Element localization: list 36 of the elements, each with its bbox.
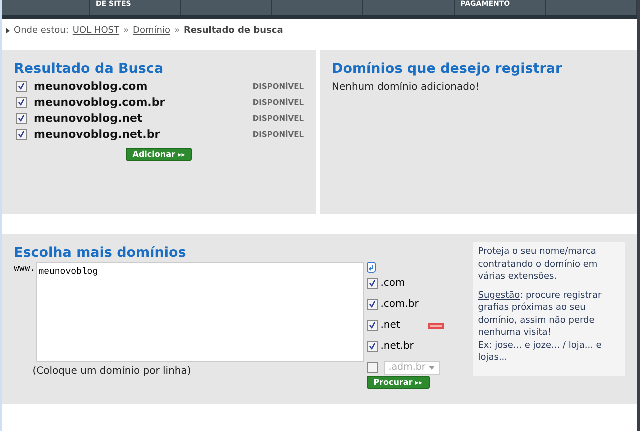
arrow-icon bbox=[6, 28, 10, 34]
breadcrumb-link[interactable]: UOL HOST bbox=[72, 26, 120, 36]
breadcrumb-label: Onde estou: bbox=[14, 26, 69, 36]
www-prefix: www. bbox=[14, 263, 36, 276]
extension-label: .com.br bbox=[380, 299, 420, 310]
suggestion-text: Sugestão: procure registrar grafias próximas ao seu domínio, assim não perde nenhuma visita! bbox=[478, 290, 603, 340]
extension-label: .com bbox=[380, 278, 406, 289]
domains-textarea[interactable]: meunovoblog bbox=[36, 262, 364, 362]
checkbox[interactable] bbox=[366, 320, 378, 331]
checkbox[interactable] bbox=[366, 341, 378, 352]
extension-label: .net.br bbox=[380, 341, 415, 352]
domain-name: meunovoblog.net bbox=[34, 112, 144, 124]
suggestion-link[interactable]: Sugestão bbox=[478, 290, 520, 300]
dropdown-arrow-icon bbox=[428, 366, 435, 370]
tip-text: Proteja o seu nome/marca contratando o domínio em várias extensões. bbox=[478, 246, 599, 284]
checkbox[interactable] bbox=[366, 278, 378, 289]
example-text: Ex: jose... e joze... / loja... e lojas... bbox=[478, 340, 603, 364]
checkbox[interactable] bbox=[16, 96, 27, 108]
extension-label: .net bbox=[380, 320, 402, 331]
panel-title: Domínios que desejo registrar bbox=[332, 60, 564, 78]
empty-message: Nenhum domínio adicionado! bbox=[332, 82, 481, 93]
domain-name: meunovoblog.com.br bbox=[34, 96, 166, 108]
panel-title: Resultado da Busca bbox=[14, 60, 165, 78]
checkbox[interactable] bbox=[16, 112, 27, 124]
section-title: Escolha mais domínios bbox=[14, 244, 188, 262]
checkbox[interactable] bbox=[366, 299, 378, 310]
domain-name: meunovoblog.net.br bbox=[34, 128, 162, 140]
checkbox[interactable] bbox=[16, 80, 27, 92]
hint-text: (Coloque um domínio por linha) bbox=[32, 366, 192, 377]
breadcrumb-separator: » bbox=[174, 26, 180, 36]
breadcrumb-current: Resultado de busca bbox=[184, 26, 284, 36]
checkbox[interactable] bbox=[366, 362, 378, 373]
domain-name: meunovoblog.com bbox=[34, 80, 149, 92]
checkbox[interactable] bbox=[16, 128, 27, 140]
breadcrumb-link[interactable]: Domínio bbox=[133, 26, 170, 36]
breadcrumb-separator: » bbox=[124, 26, 130, 36]
